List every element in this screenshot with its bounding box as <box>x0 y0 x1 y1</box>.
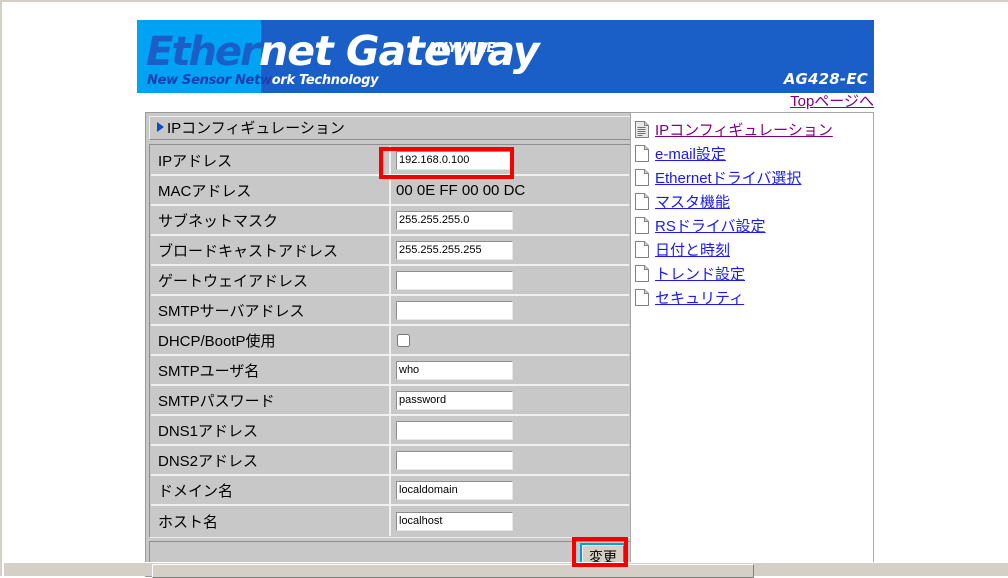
table-row: DNS2アドレス <box>151 446 629 476</box>
text-input[interactable] <box>396 390 513 410</box>
menu-item-label: RSドライバ設定 <box>655 217 766 235</box>
menu-item-label: 日付と時刻 <box>655 241 731 259</box>
text-input[interactable] <box>396 240 513 260</box>
table-row: ホスト名 <box>151 506 629 536</box>
banner-tagline-white: ork Technology <box>271 73 379 88</box>
row-value: 00 0E FF 00 00 DC <box>391 176 629 204</box>
row-label: MACアドレス <box>151 176 391 204</box>
table-row: SMTPサーバアドレス <box>151 296 629 326</box>
table-row: MACアドレス 00 0E FF 00 00 DC <box>151 176 629 206</box>
dhcp-bootp-checkbox[interactable] <box>397 333 410 347</box>
static-value: 00 0E FF 00 00 DC <box>396 181 526 199</box>
table-row: ブロードキャストアドレス <box>151 236 629 266</box>
ip-configuration-panel: IPコンフィギュレーション IPアドレスMACアドレス 00 0E FF 00 0… <box>145 112 635 577</box>
menu-item-8[interactable]: セキュリティ <box>635 285 873 309</box>
top-link-container: Topページへ <box>137 90 874 111</box>
menu-item-7[interactable]: トレンド設定 <box>635 261 873 285</box>
menu-item-label: トレンド設定 <box>655 265 746 283</box>
banner-ether-text: Ether <box>146 29 260 75</box>
menu-item-4[interactable]: マスタ機能 <box>635 189 873 213</box>
banner-net-gateway-text: net Gateway <box>259 27 540 75</box>
row-value <box>391 356 629 384</box>
document-blank-icon <box>635 288 649 306</box>
row-value <box>391 386 629 414</box>
document-blank-icon <box>635 216 649 234</box>
document-blank-icon <box>635 240 649 258</box>
text-input[interactable] <box>396 511 513 531</box>
row-value <box>391 146 629 174</box>
row-value <box>391 266 629 294</box>
row-label: ブロードキャストアドレス <box>151 236 391 264</box>
row-label: ホスト名 <box>151 506 391 536</box>
menu-item-5[interactable]: RSドライバ設定 <box>635 213 873 237</box>
document-blank-icon <box>635 144 649 162</box>
row-value <box>391 506 629 536</box>
row-value <box>391 206 629 234</box>
table-row: ゲートウェイアドレス <box>151 266 629 296</box>
menu-item-1[interactable]: IPコンフィギュレーション <box>635 117 873 141</box>
text-input[interactable] <box>396 420 513 440</box>
panel-title-text: IPコンフィギュレーション <box>167 120 345 137</box>
triangle-bullet-icon <box>157 122 164 132</box>
table-row: ドメイン名 <box>151 476 629 506</box>
row-label: DNS1アドレス <box>151 416 391 444</box>
row-label: IPアドレス <box>151 146 391 174</box>
menu-item-2[interactable]: e-mail設定 <box>635 141 873 165</box>
browser-viewport: Ether net Gateway ANYWIRE New Sensor Net… <box>0 0 1008 578</box>
text-input[interactable] <box>396 210 513 230</box>
horizontal-scrollbar[interactable] <box>4 562 1008 578</box>
table-row: IPアドレス <box>151 146 629 176</box>
text-input[interactable] <box>396 360 513 380</box>
banner-tagline-blue: New Sensor Netw <box>147 73 272 88</box>
text-input[interactable] <box>396 480 513 500</box>
row-label: SMTPサーバアドレス <box>151 296 391 324</box>
menu-item-6[interactable]: 日付と時刻 <box>635 237 873 261</box>
document-blank-icon <box>635 168 649 186</box>
panel-title: IPコンフィギュレーション <box>149 116 631 140</box>
menu-item-label: マスタ機能 <box>655 193 731 211</box>
text-input[interactable] <box>396 300 513 320</box>
table-row: DHCP/BootP使用 <box>151 326 629 356</box>
row-value <box>391 476 629 504</box>
text-input[interactable] <box>396 450 513 470</box>
settings-table: IPアドレスMACアドレス 00 0E FF 00 00 DC サブネットマスクブロ… <box>149 144 631 538</box>
table-row: サブネットマスク <box>151 206 629 236</box>
text-input[interactable] <box>396 150 513 170</box>
document-lines-icon <box>635 120 649 138</box>
row-value <box>391 296 629 324</box>
row-label: DNS2アドレス <box>151 446 391 474</box>
row-value <box>391 326 629 354</box>
banner-tagline: New Sensor Network Technology <box>147 73 379 88</box>
menu-item-label: Ethernetドライバ選択 <box>655 169 802 187</box>
table-row: SMTPユーザ名 <box>151 356 629 386</box>
site-banner: Ether net Gateway ANYWIRE New Sensor Net… <box>137 20 874 93</box>
row-value <box>391 236 629 264</box>
document-blank-icon <box>635 192 649 210</box>
menu-item-label: IPコンフィギュレーション <box>655 121 833 139</box>
row-label: SMTPユーザ名 <box>151 356 391 384</box>
row-label: ドメイン名 <box>151 476 391 504</box>
row-value <box>391 416 629 444</box>
row-label: SMTPパスワード <box>151 386 391 414</box>
banner-anywire-text: ANYWIRE <box>427 41 496 56</box>
navigation-menu: IPコンフィギュレーション e-mail設定 Ethernetドライバ選択 マスタ機能… <box>630 112 874 567</box>
menu-item-3[interactable]: Ethernetドライバ選択 <box>635 165 873 189</box>
banner-model-number: AG428-EC <box>783 70 868 88</box>
top-page-link[interactable]: Topページへ <box>790 93 874 110</box>
table-row: DNS1アドレス <box>151 416 629 446</box>
text-input[interactable] <box>396 270 513 290</box>
menu-item-label: セキュリティ <box>655 289 745 307</box>
row-value <box>391 446 629 474</box>
table-row: SMTPパスワード <box>151 386 629 416</box>
document-blank-icon <box>635 264 649 282</box>
row-label: サブネットマスク <box>151 206 391 234</box>
row-label: DHCP/BootP使用 <box>151 326 391 354</box>
row-label: ゲートウェイアドレス <box>151 266 391 294</box>
menu-item-label: e-mail設定 <box>655 145 726 163</box>
